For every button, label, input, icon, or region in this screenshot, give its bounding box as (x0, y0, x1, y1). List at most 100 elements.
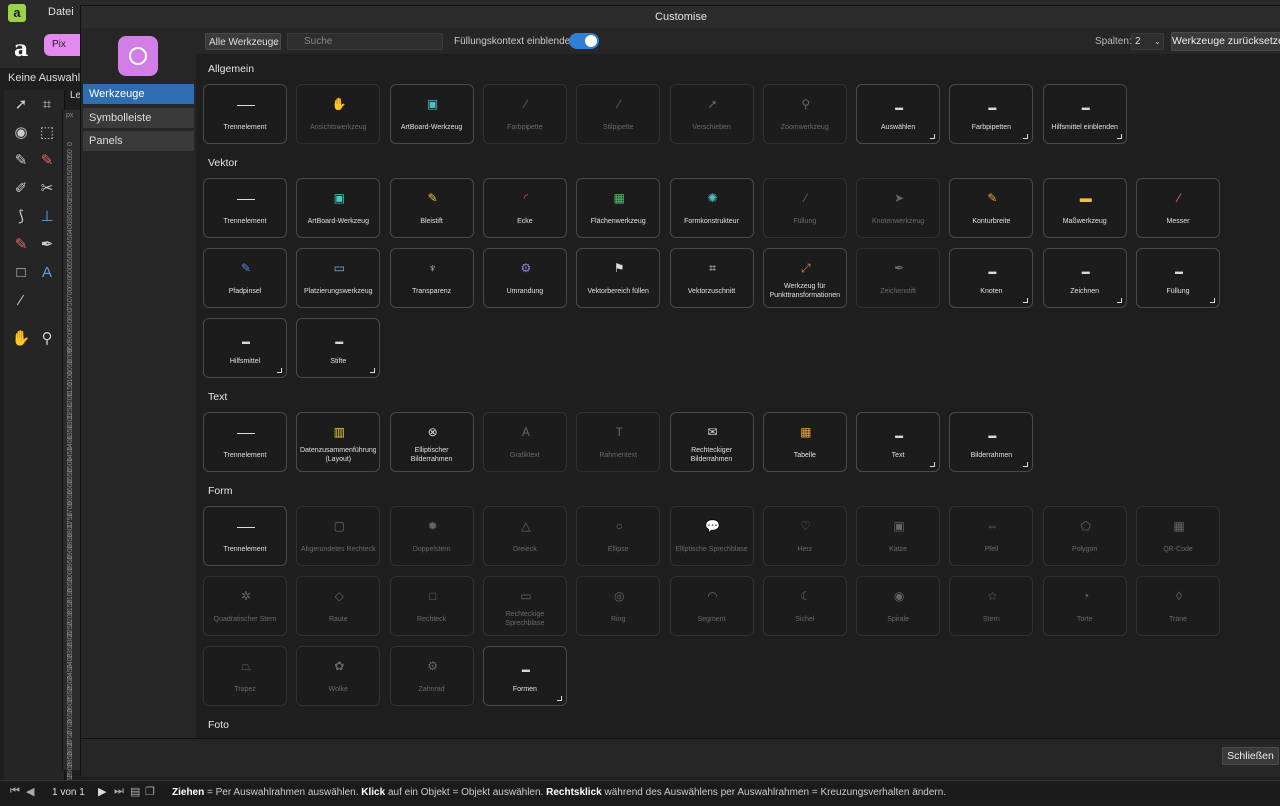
last-page-icon[interactable]: ⏭ (114, 785, 124, 798)
tool-tile[interactable]: ▭ Rechteckige Sprechblase (482, 576, 567, 636)
tool-tile[interactable]: ✋ Ansichtswerkzeug (296, 84, 381, 144)
close-button[interactable]: Schließen (1222, 747, 1279, 765)
tool-tile[interactable]: △ Dreieck (482, 506, 567, 566)
first-page-icon[interactable]: ⏮ (10, 785, 20, 798)
tool-tile[interactable]: ◠ Segment (669, 576, 754, 636)
hand-tool-icon[interactable]: ✋ (10, 328, 32, 350)
tool-tile[interactable]: ♡ Herz (762, 506, 847, 566)
tool-tile[interactable]: ▬ Hilfsmittel einblenden (1042, 84, 1127, 144)
menu-datei[interactable]: Datei (48, 6, 74, 18)
tool-tile[interactable]: ⊗ Elliptischer Bilderrahmen (389, 412, 474, 472)
tool-tile[interactable]: ☆ Stern (949, 576, 1034, 636)
tool-tile[interactable]: ⏢ Trapez (203, 646, 287, 706)
tool-tile[interactable]: ▬ Text (856, 412, 941, 472)
tool-tile[interactable]: ☾ Sichel (762, 576, 847, 636)
tool-tile[interactable]: ▬ Knoten (949, 248, 1034, 308)
artboard-tool-icon[interactable]: ⌗ (36, 94, 58, 116)
tool-tile[interactable]: ◇ Raute (296, 576, 381, 636)
tool-tile[interactable]: ✉ Rechteckiger Bilderrahmen (669, 412, 754, 472)
tool-tile[interactable]: ✲ Quadratischer Stern (203, 576, 287, 636)
tool-tile[interactable]: ▢ Abgerundetes Rechteck (296, 506, 381, 566)
tool-tile[interactable]: ▬ Bilderrahmen (949, 412, 1034, 472)
tool-tile[interactable]: ▬ Zeichnen (1042, 248, 1127, 308)
tool-tile[interactable]: ⚙ Zahnrad (389, 646, 474, 706)
pages-icon[interactable]: ▤ (130, 785, 140, 798)
tool-tile[interactable]: ⬠ Polygon (1042, 506, 1127, 566)
tool-tile[interactable]: Trennelement (203, 412, 287, 472)
tool-tile[interactable]: ⌗ Vektorzuschnitt (669, 248, 754, 308)
tool-tile[interactable]: Trennelement (203, 178, 287, 238)
tool-tile[interactable]: ⚙ Umrandung (482, 248, 567, 308)
vector-tool-icon[interactable]: ⟆ (10, 206, 32, 228)
tool-tile[interactable]: ⇔ Pfeil (949, 506, 1034, 566)
tool-tile[interactable]: Trennelement (203, 84, 287, 144)
tool-tile[interactable]: ◊ Träne (1136, 576, 1220, 636)
spread-icon[interactable]: ❐ (145, 785, 155, 798)
tool-tile[interactable]: ▣ ArtBoard-Werkzeug (296, 178, 381, 238)
tool-tile[interactable]: ➤ Knotenwerkzeug (856, 178, 941, 238)
next-page-icon[interactable]: ▶ (98, 785, 106, 798)
tool-tile[interactable]: ▥ Datenzusammenführung (Layout) (296, 412, 381, 472)
tool-tile[interactable]: Trennelement (203, 506, 287, 566)
tool-filter-select[interactable]: Alle Werkzeuge ⌄ (205, 33, 281, 50)
tool-tile[interactable]: ✎ Konturbreite (949, 178, 1034, 238)
tool-tile[interactable]: ▬ Maßwerkzeug (1042, 178, 1127, 238)
paint-brush-icon[interactable]: ✎ (36, 150, 58, 172)
tool-tile[interactable]: ⁄ Messer (1136, 178, 1220, 238)
tool-tile[interactable]: ⤢ Werkzeug für Punkttransformationen (762, 248, 847, 308)
tool-tile[interactable]: ▬ Füllung (1136, 248, 1220, 308)
tool-tile[interactable]: ✿ Wolke (296, 646, 381, 706)
tool-tile[interactable]: ⚲ Zoomwerkzeug (762, 84, 847, 144)
tool-tile[interactable]: ▬ Farbpipetten (949, 84, 1034, 144)
tool-tile[interactable]: ▦ Flächenwerkzeug (576, 178, 661, 238)
tool-tile[interactable]: ○ Ellipse (576, 506, 661, 566)
mask-tool-icon[interactable]: ◉ (10, 122, 32, 144)
brush-tool-icon[interactable]: ✎ (10, 150, 32, 172)
tool-tile[interactable]: ▣ ArtBoard-Werkzeug (389, 84, 474, 144)
tool-tile[interactable]: ⚑ Vektorbereich füllen (576, 248, 661, 308)
tool-tile[interactable]: ⁄ Farbpipette (482, 84, 567, 144)
tool-tile[interactable]: ➚ Verschieben (669, 84, 754, 144)
tool-tile[interactable]: ⁄ Stilpipette (576, 84, 661, 144)
search-input[interactable]: Suche (287, 33, 443, 50)
tool-tile[interactable]: 💬 Elliptische Sprechblase (669, 506, 754, 566)
smudge-tool-icon[interactable]: ✎ (10, 234, 32, 256)
tool-tile[interactable]: □ Rechteck (389, 576, 474, 636)
rect-tool-icon[interactable]: □ (10, 262, 32, 284)
pen-tool-icon[interactable]: ✒ (36, 234, 58, 256)
tool-tile[interactable]: ◜ Ecke (482, 178, 567, 238)
zoom-tool-icon[interactable]: ⚲ (36, 328, 58, 350)
tool-tile[interactable]: ✎ Bleistift (389, 178, 474, 238)
tool-tile[interactable]: ✎ Pfadpinsel (203, 248, 287, 308)
tool-tile[interactable]: ▬ Auswählen (856, 84, 941, 144)
tool-tile[interactable]: ⁄ Füllung (762, 178, 847, 238)
tool-tile[interactable]: ✹ Doppelstern (389, 506, 474, 566)
reset-tools-button[interactable]: Werkzeuge zurücksetzen (1171, 32, 1280, 51)
tool-tile[interactable]: ◎ Ring (576, 576, 661, 636)
prev-page-icon[interactable]: ◀ (26, 785, 34, 798)
tool-tile[interactable]: ▬ Formen (482, 646, 567, 706)
eraser-tool-icon[interactable]: ✐ (10, 178, 32, 200)
columns-select[interactable]: 2 ⌄ (1131, 33, 1164, 50)
tool-tile[interactable]: ▬ Hilfsmittel (203, 318, 287, 378)
tool-tile[interactable]: T Rahmentext (576, 412, 661, 472)
text-tool-icon[interactable]: A (36, 262, 58, 284)
tool-tile[interactable]: ◔ Torte (1042, 576, 1127, 636)
sidebar-item-panels[interactable]: Panels (83, 131, 194, 151)
tool-tile[interactable]: A Grafiktext (482, 412, 567, 472)
stamp-tool-icon[interactable]: ⊥ (36, 206, 58, 228)
pixel-persona-button[interactable]: Pix (44, 34, 84, 56)
tool-tile[interactable]: ▭ Platzierungswerkzeug (296, 248, 381, 308)
sidebar-item-symbolleiste[interactable]: Symbolleiste (83, 108, 194, 128)
node-tool-icon[interactable]: ✂ (36, 178, 58, 200)
tool-tile[interactable]: ▬ Stifte (296, 318, 381, 378)
tool-tile[interactable]: ✒ Zeichenstift (856, 248, 941, 308)
move-tool-icon[interactable]: ➚ (10, 94, 32, 116)
pipette-tool-icon[interactable]: ⁄ (10, 290, 32, 312)
tool-tile[interactable]: ♆ Transparenz (389, 248, 474, 308)
fill-context-toggle[interactable] (569, 33, 599, 49)
tool-tile[interactable]: ▦ QR-Code (1136, 506, 1220, 566)
marquee-tool-icon[interactable]: ⬚ (36, 122, 58, 144)
tool-tile[interactable]: ◉ Spirale (856, 576, 941, 636)
tool-tile[interactable]: ▦ Tabelle (762, 412, 847, 472)
